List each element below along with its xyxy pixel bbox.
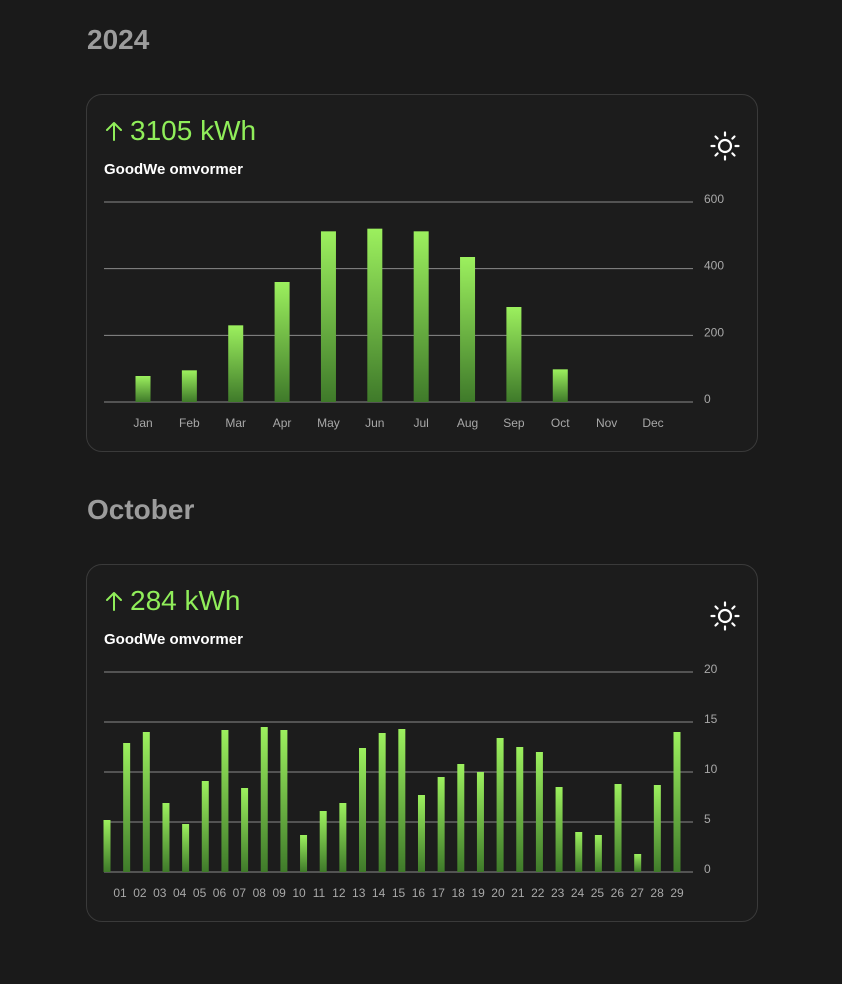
bar bbox=[260, 727, 268, 872]
x-tick-label: 05 bbox=[193, 886, 207, 900]
x-tick-label: 21 bbox=[511, 886, 525, 900]
y-tick-label: 0 bbox=[704, 392, 711, 406]
x-tick-label: 08 bbox=[253, 886, 267, 900]
bar bbox=[535, 752, 543, 872]
x-tick-label: Nov bbox=[596, 416, 617, 430]
bar bbox=[300, 835, 308, 872]
daily-bar-chart: 0510152001 02 03 04 05 06 07 08 09 10 11 12 13 14 15 16… bbox=[103, 662, 718, 900]
y-tick-label: 5 bbox=[704, 812, 711, 826]
bar bbox=[614, 784, 622, 872]
bar bbox=[135, 376, 151, 402]
bar bbox=[123, 743, 131, 872]
y-tick-label: 10 bbox=[704, 762, 718, 776]
bar bbox=[181, 370, 197, 402]
x-tick-label: Jan bbox=[133, 416, 152, 430]
x-tick-label: 28 bbox=[650, 886, 664, 900]
x-tick-label: Apr bbox=[273, 416, 292, 430]
section-title-year: 2024 bbox=[87, 24, 150, 55]
x-tick-label: Sep bbox=[503, 416, 525, 430]
x-tick-label: 04 bbox=[173, 886, 187, 900]
x-tick-label: 19 bbox=[471, 886, 485, 900]
bar bbox=[417, 795, 425, 872]
x-tick-label: 11 bbox=[313, 886, 326, 900]
x-tick-label: 18 bbox=[451, 886, 465, 900]
bar bbox=[575, 832, 583, 872]
bar bbox=[552, 369, 568, 402]
x-tick-label: 17 bbox=[432, 886, 446, 900]
x-tick-label: 07 bbox=[233, 886, 247, 900]
bar bbox=[653, 785, 661, 872]
y-tick-label: 0 bbox=[704, 862, 711, 876]
x-tick-label: Jun bbox=[365, 416, 384, 430]
bar bbox=[496, 738, 504, 872]
bar bbox=[398, 729, 406, 872]
x-tick-label: 27 bbox=[631, 886, 645, 900]
x-tick-label: Feb bbox=[179, 416, 200, 430]
x-tick-label: Jul bbox=[414, 416, 429, 430]
bar bbox=[162, 803, 170, 872]
y-tick-label: 20 bbox=[704, 662, 718, 676]
bar bbox=[506, 307, 522, 402]
bar bbox=[103, 820, 111, 872]
bar bbox=[320, 231, 336, 402]
bar bbox=[516, 747, 524, 872]
bar bbox=[378, 733, 386, 872]
x-tick-label: 20 bbox=[491, 886, 505, 900]
x-tick-label: 13 bbox=[352, 886, 366, 900]
x-tick-label: 22 bbox=[531, 886, 545, 900]
bar bbox=[367, 228, 383, 402]
bar bbox=[319, 811, 327, 872]
x-tick-label: 10 bbox=[292, 886, 306, 900]
y-tick-label: 600 bbox=[704, 192, 724, 206]
x-tick-label: 16 bbox=[412, 886, 426, 900]
x-tick-label: 03 bbox=[153, 886, 167, 900]
bar bbox=[457, 764, 465, 872]
x-tick-label: 23 bbox=[551, 886, 565, 900]
bar bbox=[182, 824, 190, 872]
bar bbox=[221, 730, 229, 872]
bar bbox=[359, 748, 367, 872]
x-tick-label: 14 bbox=[372, 886, 386, 900]
x-tick-label: May bbox=[317, 416, 340, 430]
x-tick-label: 01 bbox=[113, 886, 127, 900]
x-tick-label: Oct bbox=[551, 416, 570, 430]
bar bbox=[594, 835, 602, 872]
bar bbox=[339, 803, 347, 872]
yearly-production-card: 3105 kWh GoodWe omvormer 0 200 400 600 Jan Fe… bbox=[86, 94, 758, 452]
x-tick-label: 25 bbox=[591, 886, 605, 900]
bar bbox=[142, 732, 150, 872]
x-tick-label: 12 bbox=[332, 886, 346, 900]
x-tick-label: Aug bbox=[457, 416, 478, 430]
bar bbox=[413, 231, 429, 402]
x-tick-label: 29 bbox=[670, 886, 684, 900]
bar bbox=[634, 854, 642, 872]
x-tick-label: 09 bbox=[272, 886, 286, 900]
x-tick-label: 24 bbox=[571, 886, 585, 900]
x-tick-label: 26 bbox=[611, 886, 625, 900]
bar bbox=[241, 788, 249, 872]
bar bbox=[274, 282, 290, 402]
y-tick-label: 200 bbox=[704, 325, 724, 339]
bar bbox=[460, 257, 476, 402]
x-tick-label: 02 bbox=[133, 886, 147, 900]
bar bbox=[437, 777, 445, 872]
x-tick-label: 06 bbox=[213, 886, 227, 900]
bar bbox=[476, 772, 484, 872]
x-tick-label: Dec bbox=[642, 416, 663, 430]
x-tick-label: Mar bbox=[225, 416, 246, 430]
bar bbox=[228, 325, 244, 402]
section-title-month: October bbox=[87, 494, 195, 525]
x-tick-label: 15 bbox=[392, 886, 406, 900]
y-tick-label: 15 bbox=[704, 712, 718, 726]
monthly-production-card: 284 kWh GoodWe omvormer 0 5 10 15 20 01 02 03 04… bbox=[86, 564, 758, 922]
bar bbox=[201, 781, 209, 872]
bar bbox=[555, 787, 563, 872]
bar bbox=[280, 730, 288, 872]
y-tick-label: 400 bbox=[704, 259, 724, 273]
monthly-bar-chart: 0 200 400 600 Jan Feb Mar Apr May Jun Jul Aug Sep Oct… bbox=[104, 192, 724, 430]
bar bbox=[673, 732, 681, 872]
